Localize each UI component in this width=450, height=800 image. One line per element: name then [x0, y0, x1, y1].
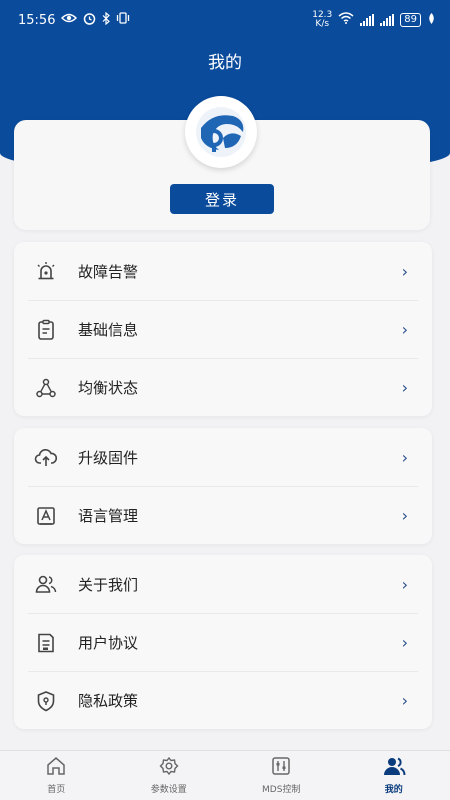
signal-strength-2-icon [380, 14, 395, 26]
avatar[interactable] [185, 96, 257, 168]
chevron-right-icon: › [401, 506, 408, 525]
home-icon [45, 756, 67, 780]
users-icon [34, 572, 58, 596]
menu-item-label: 语言管理 [78, 507, 139, 525]
menu-item-privacy-policy[interactable]: 隐私政策 › [28, 671, 418, 729]
shield-icon [34, 689, 58, 713]
signal-strength-icon [360, 14, 375, 26]
menu-group-system: 升级固件 › 语言管理 › [14, 428, 432, 544]
status-time: 15:56 [18, 12, 56, 28]
bottom-tab-bar: 首页 参数设置 MDS控制 我的 [0, 750, 450, 800]
chevron-right-icon: › [401, 378, 408, 397]
menu-item-basic-info[interactable]: 基础信息 › [28, 300, 418, 358]
login-button[interactable]: 登录 [170, 184, 274, 214]
language-icon [34, 504, 58, 528]
tab-label: 首页 [47, 785, 66, 795]
menu-item-user-agreement[interactable]: 用户协议 › [28, 613, 418, 671]
menu-item-label: 基础信息 [78, 321, 139, 339]
tab-home[interactable]: 首页 [0, 751, 113, 800]
menu-item-fault-alarm[interactable]: 故障告警 › [28, 242, 418, 300]
menu-item-label: 关于我们 [78, 575, 139, 594]
tab-label: 参数设置 [150, 785, 187, 795]
tab-label: MDS控制 [262, 785, 301, 795]
menu-item-label: 隐私政策 [78, 692, 139, 710]
chevron-right-icon: › [401, 633, 408, 652]
tab-profile[interactable]: 我的 [338, 751, 450, 800]
bluetooth-icon [102, 11, 111, 29]
network-speed: 12.3 K/s [312, 10, 333, 29]
tab-label: 我的 [384, 785, 403, 795]
menu-item-label: 升级固件 [78, 448, 139, 467]
brand-logo-icon [196, 107, 246, 157]
chevron-right-icon: › [401, 320, 408, 339]
status-bar: 15:56 12.3 K/s 89 [0, 0, 450, 40]
menu-item-upgrade-firmware[interactable]: 升级固件 › [28, 428, 418, 486]
page-title: 我的 [208, 53, 242, 73]
chevron-right-icon: › [401, 691, 408, 710]
info-card-icon [34, 318, 58, 342]
document-icon [34, 631, 58, 655]
menu-group-about: 关于我们 › 用户协议 › 隐私政策 › [14, 555, 432, 729]
chevron-right-icon: › [401, 574, 408, 594]
tab-mds-control[interactable]: MDS控制 [225, 751, 338, 800]
chevron-right-icon: › [401, 261, 408, 281]
menu-item-label: 故障告警 [78, 262, 139, 281]
network-icon [34, 376, 58, 400]
leaf-icon [427, 12, 436, 29]
menu-item-language[interactable]: 语言管理 › [28, 486, 418, 544]
chevron-right-icon: › [401, 447, 408, 467]
control-icon [270, 756, 292, 780]
eye-icon [61, 12, 78, 28]
tab-settings[interactable]: 参数设置 [113, 751, 226, 800]
menu-item-label: 均衡状态 [78, 379, 139, 397]
menu-item-label: 用户协议 [78, 634, 139, 652]
cloud-upload-icon [34, 445, 58, 469]
menu-item-balance-status[interactable]: 均衡状态 › [28, 358, 418, 416]
alarm-icon [34, 259, 58, 283]
menu-item-about-us[interactable]: 关于我们 › [28, 555, 418, 613]
battery-indicator: 89 [400, 13, 421, 27]
settings-icon [158, 756, 180, 780]
wifi-icon [338, 12, 354, 28]
vibrate-icon [116, 12, 130, 28]
menu-group-status: 故障告警 › 基础信息 › 均衡状态 › [14, 242, 432, 416]
profile-icon [382, 756, 406, 780]
alarm-clock-icon [83, 12, 96, 29]
